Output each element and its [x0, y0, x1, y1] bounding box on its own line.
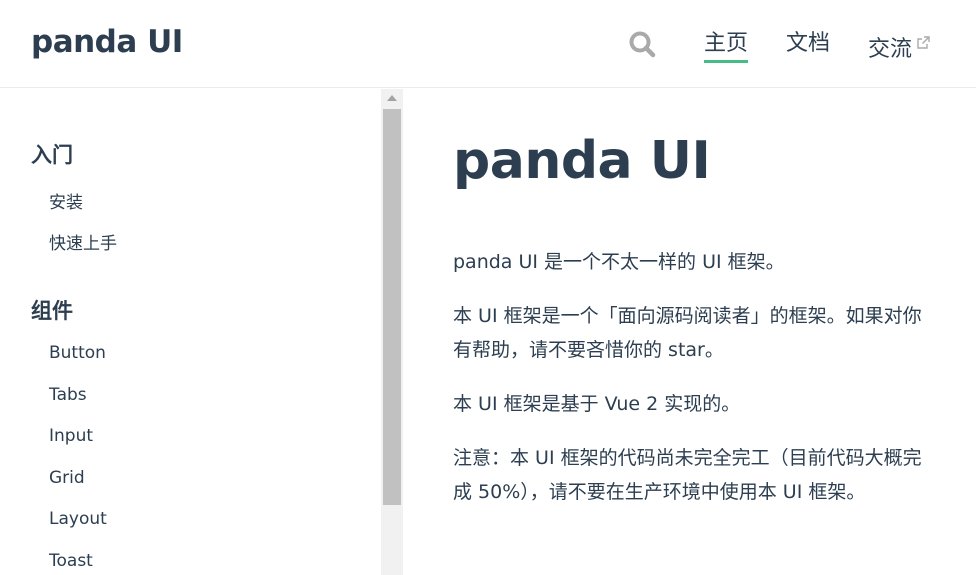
external-link-icon: [916, 28, 930, 49]
page-title: panda UI: [453, 131, 711, 191]
sidebar-item-input[interactable]: Input: [49, 426, 93, 446]
scroll-thumb[interactable]: [383, 109, 401, 505]
intro-paragraph: panda UI 是一个不太一样的 UI 框架。: [453, 251, 785, 273]
sidebar-scrollbar[interactable]: [381, 89, 403, 575]
nav-item-community-label: 交流: [868, 37, 913, 62]
sidebar-item-install[interactable]: 安装: [49, 188, 83, 213]
sidebar-group-title[interactable]: 入门: [31, 139, 73, 169]
sidebar-item-grid[interactable]: Grid: [49, 468, 85, 488]
warning-paragraph: 注意：本 UI 框架的代码尚未完全完工（目前代码大概完成 50%），请不要在生产…: [453, 447, 922, 503]
nav-item-docs[interactable]: 文档: [786, 28, 830, 60]
sidebar-group-title[interactable]: 组件: [31, 295, 73, 325]
navbar: panda UI 主页 文档 交流: [0, 0, 976, 88]
sidebar-item-button[interactable]: Button: [49, 343, 106, 363]
nav-item-community[interactable]: 交流: [868, 28, 930, 66]
intro-paragraph: 本 UI 框架是一个「面向源码阅读者」的框架。如果对你有帮助，请不要吝惜你的 s…: [453, 305, 922, 361]
nav-item-home[interactable]: 主页: [704, 28, 749, 63]
sidebar: 入门 安装 快速上手 组件 Button Tabs Input Grid Lay…: [0, 89, 381, 575]
intro-paragraph: 本 UI 框架是基于 Vue 2 实现的。: [453, 393, 741, 415]
sidebar-item-quickstart[interactable]: 快速上手: [49, 229, 117, 254]
nav-links: 主页 文档 交流: [0, 28, 976, 68]
sidebar-item-layout[interactable]: Layout: [49, 509, 107, 529]
main-content: panda UI panda UI 是一个不太一样的 UI 框架。 本 UI 框…: [403, 89, 976, 575]
scroll-up-arrow-icon[interactable]: [387, 95, 397, 101]
sidebar-item-tabs[interactable]: Tabs: [49, 385, 87, 405]
sidebar-item-toast[interactable]: Toast: [49, 551, 93, 571]
